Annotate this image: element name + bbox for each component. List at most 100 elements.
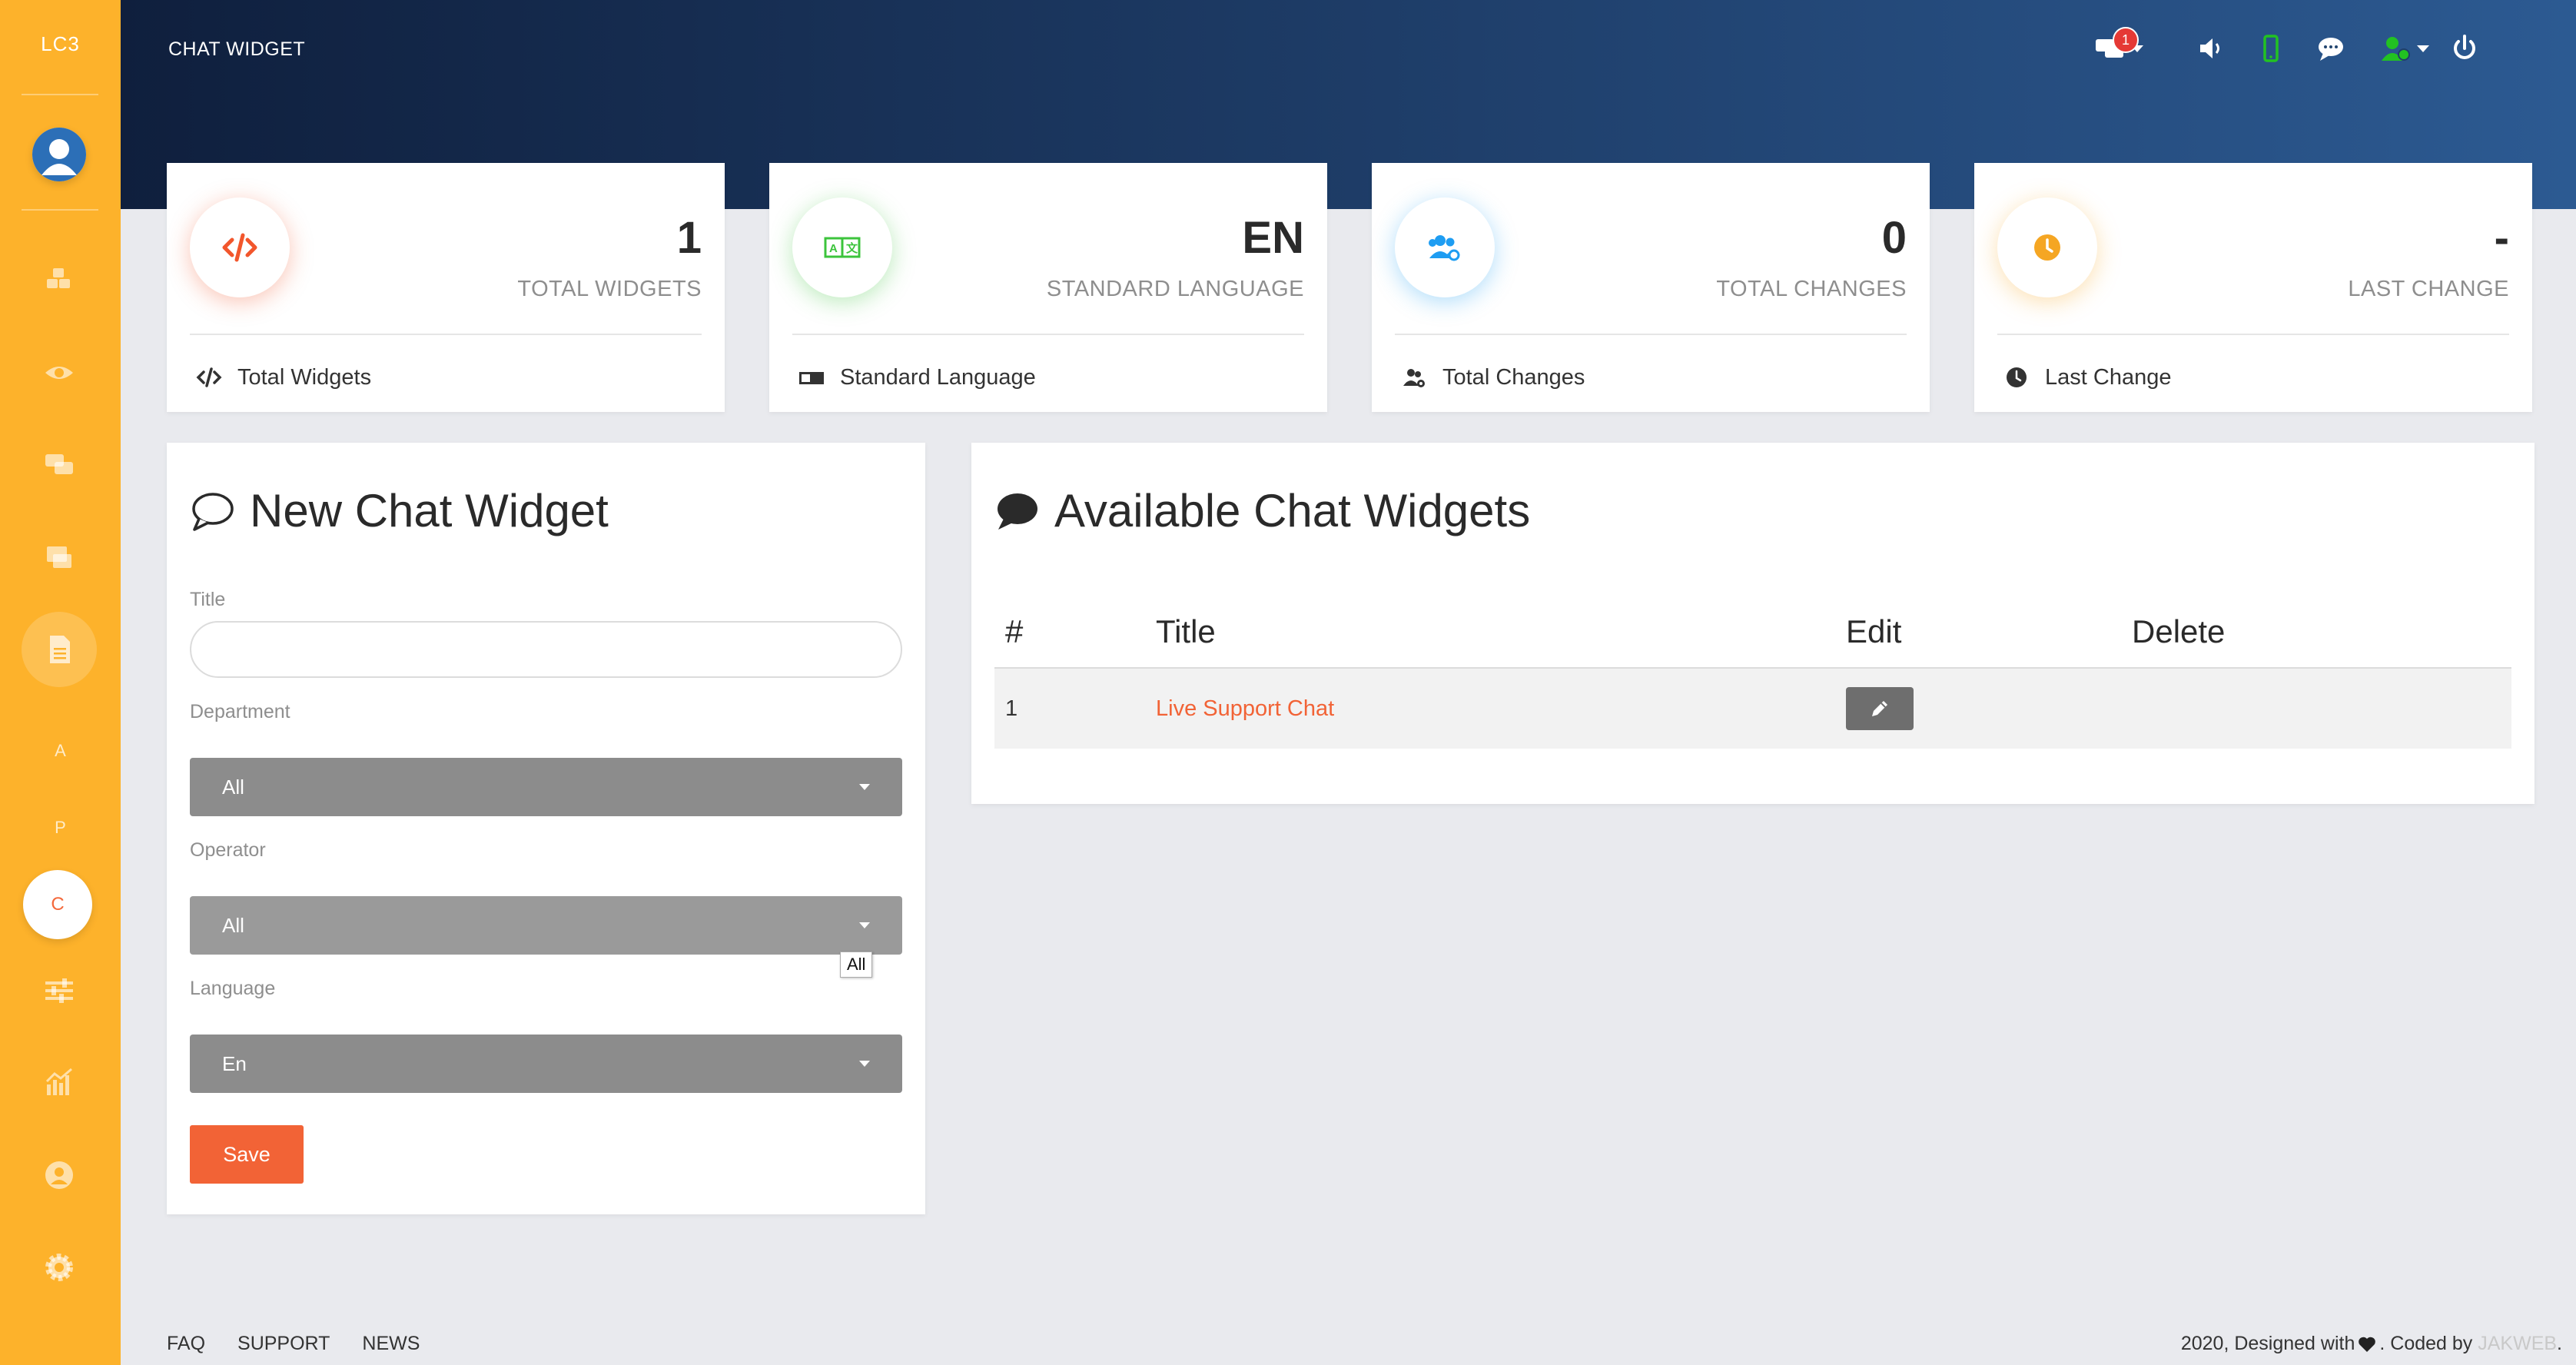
gear-icon: [45, 1254, 73, 1281]
stat-footer-label: Total Changes: [1442, 364, 1585, 390]
comments-icon: [45, 454, 73, 474]
stat-card-total-changes: 0 TOTAL CHANGES Total Changes: [1372, 163, 1930, 412]
stat-footer-label: Total Widgets: [237, 364, 372, 390]
sidebar-item-settings[interactable]: [37, 1245, 81, 1290]
divider: [1395, 334, 1907, 335]
credit-suffix: .: [2557, 1333, 2562, 1354]
department-label: Department: [190, 701, 290, 722]
language-label: Language: [190, 978, 276, 999]
avatar-icon: [32, 128, 86, 181]
department-select[interactable]: All: [190, 758, 902, 816]
eye-icon: [45, 367, 73, 379]
power-icon: [2454, 35, 2475, 59]
sidebar-item-monitor[interactable]: [37, 350, 81, 395]
department-value: All: [222, 775, 244, 799]
language-icon: [799, 372, 824, 384]
divider: [792, 334, 1304, 335]
stat-footer: Total Widgets: [196, 364, 371, 390]
table-header: # Title Edit Delete: [994, 589, 2511, 669]
column-header-number: #: [1005, 613, 1024, 649]
stat-value: EN: [1242, 213, 1304, 263]
stat-value: -: [2494, 213, 2509, 263]
table-row: 1 Live Support Chat: [994, 669, 2511, 749]
divider: [190, 334, 702, 335]
column-header-title: Title: [1156, 613, 1216, 649]
form-title: New Chat Widget: [190, 484, 609, 537]
chat-notification-dropdown[interactable]: 1: [2094, 27, 2143, 68]
stat-footer-label: Standard Language: [840, 364, 1036, 390]
stat-footer-label: Last Change: [2045, 364, 2172, 390]
sidebar-item-statistics[interactable]: [37, 1061, 81, 1105]
language-icon: A 文: [824, 237, 861, 258]
sidebar-item-dashboard[interactable]: [37, 258, 81, 303]
svg-text:文: 文: [846, 241, 858, 255]
user-avatar[interactable]: [32, 128, 86, 181]
mobile-status[interactable]: [2256, 29, 2286, 68]
user-status-dropdown[interactable]: [2380, 29, 2429, 68]
row-number: 1: [1005, 696, 1018, 721]
stat-card-total-widgets: 1 TOTAL WIDGETS Total Widgets: [167, 163, 725, 412]
footer-brand-link[interactable]: JAKWEB: [2478, 1333, 2557, 1355]
notification-badge: 1: [2113, 27, 2139, 53]
logo[interactable]: LC3: [0, 32, 121, 56]
user-status-icon: [2382, 37, 2410, 61]
sidebar-item-settings-sliders[interactable]: [37, 968, 81, 1013]
save-button[interactable]: Save: [190, 1125, 304, 1184]
code-icon: [196, 367, 222, 387]
sound-toggle[interactable]: [2196, 29, 2226, 68]
sidebar-item-widgets[interactable]: [37, 627, 81, 672]
heart-icon: [2359, 1337, 2376, 1352]
chart-icon: [45, 1068, 72, 1095]
footer-link-news[interactable]: NEWS: [362, 1333, 420, 1355]
mailbox-icon: [47, 546, 71, 568]
stat-card-standard-language: A 文 EN STANDARD LANGUAGE Standard Langua…: [769, 163, 1327, 412]
sidebar-item-chats[interactable]: [37, 443, 81, 487]
language-select[interactable]: En: [190, 1035, 902, 1093]
row-title-link[interactable]: Live Support Chat: [1156, 696, 1334, 722]
form-title-text: New Chat Widget: [250, 485, 609, 536]
svg-text:A: A: [829, 242, 838, 255]
title-input[interactable]: [190, 621, 902, 678]
list-title: Available Chat Widgets: [994, 484, 1530, 537]
clock-icon: [2007, 367, 2027, 387]
chevron-down-icon: [859, 784, 870, 790]
sidebar-item-users[interactable]: [37, 1153, 81, 1197]
chevron-down-icon: [859, 922, 870, 928]
footer-link-faq[interactable]: FAQ: [167, 1333, 205, 1355]
sidebar-divider: [22, 209, 98, 211]
title-label: Title: [190, 589, 226, 610]
credit-prefix: 2020, Designed with: [2180, 1333, 2355, 1354]
credit-middle: . Coded by: [2379, 1333, 2473, 1354]
stat-label: TOTAL WIDGETS: [517, 277, 702, 301]
operator-select[interactable]: All: [190, 896, 902, 955]
user-circle-icon: [45, 1161, 73, 1189]
logout-button[interactable]: [2449, 29, 2480, 68]
stat-value: 1: [676, 213, 702, 263]
volume-icon: [2200, 38, 2219, 58]
footer-links: FAQ SUPPORT NEWS: [167, 1333, 420, 1355]
sidebar-letter-c[interactable]: C: [23, 870, 92, 939]
stat-label: TOTAL CHANGES: [1716, 277, 1907, 301]
list-title-text: Available Chat Widgets: [1054, 485, 1531, 536]
edit-button[interactable]: [1846, 687, 1914, 730]
comment-outline-icon: [192, 492, 234, 531]
stat-value: 0: [1881, 213, 1907, 263]
widgets-table: # Title Edit Delete 1 Live Support Chat: [994, 589, 2511, 749]
stat-footer: Last Change: [2003, 364, 2171, 390]
column-header-delete: Delete: [2132, 613, 2226, 649]
messages-button[interactable]: [2315, 29, 2346, 68]
sliders-icon: [45, 978, 73, 1003]
sidebar-item-tickets[interactable]: [37, 535, 81, 580]
stat-icon-circle: [1395, 198, 1495, 297]
stat-card-last-change: - LAST CHANGE Last Change: [1974, 163, 2532, 412]
stat-label: LAST CHANGE: [2348, 277, 2509, 301]
chevron-down-icon: [859, 1061, 870, 1067]
footer: FAQ SUPPORT NEWS 2020, Designed with . C…: [121, 1307, 2576, 1365]
footer-link-support[interactable]: SUPPORT: [237, 1333, 330, 1355]
sidebar-letter-p[interactable]: P: [0, 818, 121, 838]
message-icon: [2319, 38, 2343, 61]
language-value: En: [222, 1051, 247, 1075]
stat-footer: Standard Language: [798, 364, 1036, 390]
footer-credit: 2020, Designed with . Coded by JAKWEB .: [2181, 1333, 2562, 1355]
sidebar-letter-a[interactable]: A: [0, 741, 121, 761]
